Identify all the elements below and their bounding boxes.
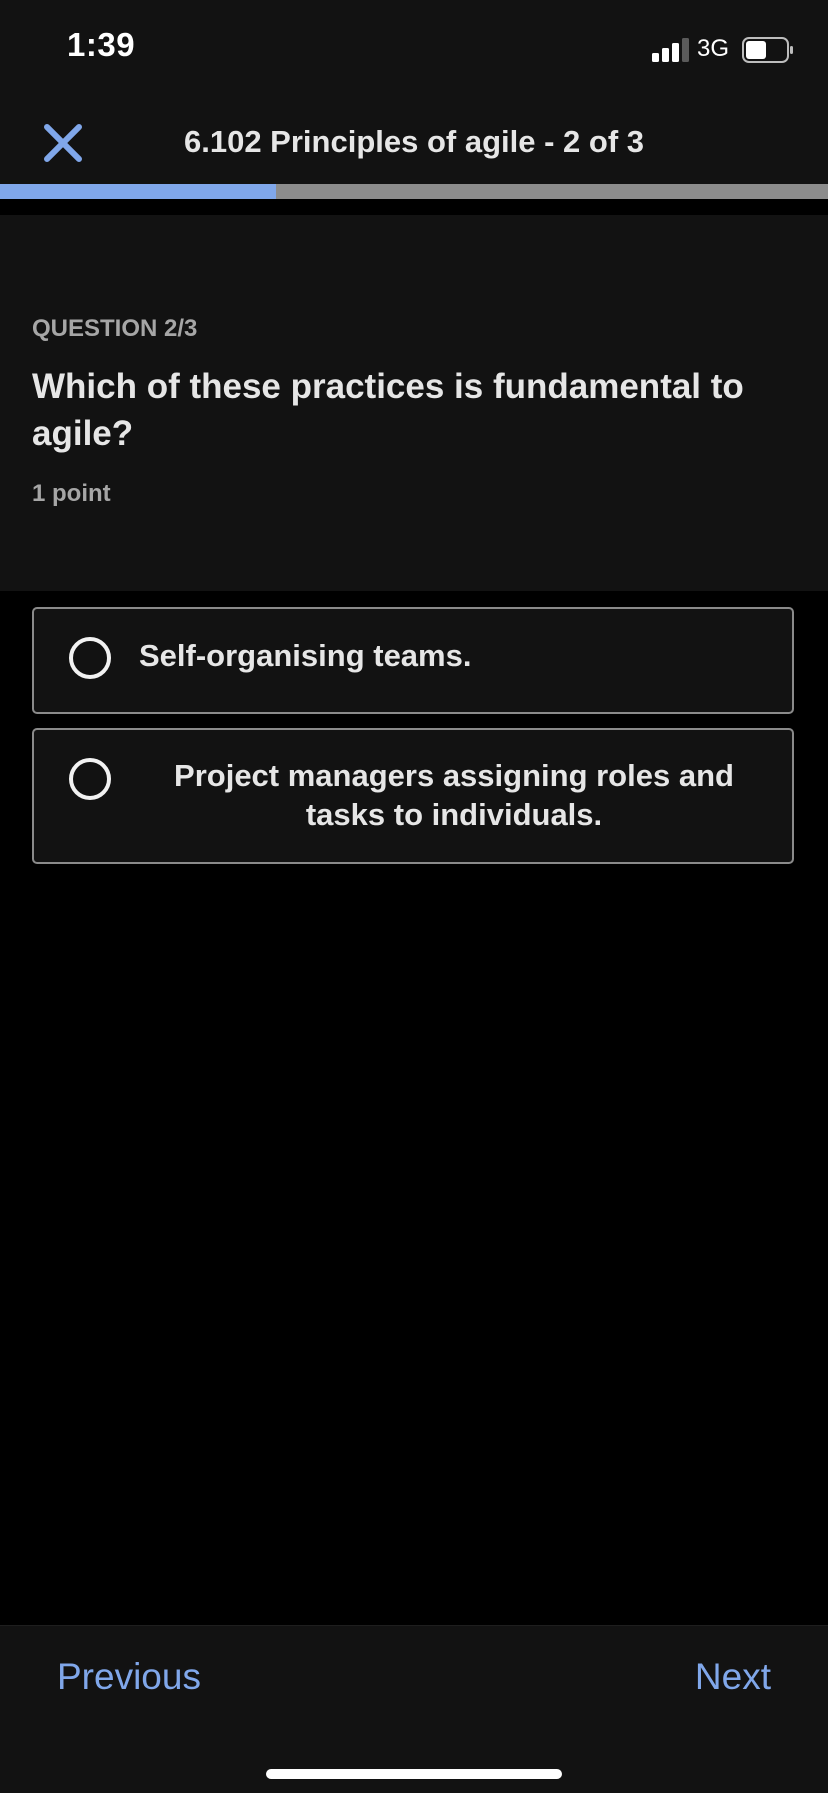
status-time: 1:39 bbox=[67, 26, 136, 63]
radio-button[interactable] bbox=[69, 637, 111, 679]
answer-option-self-organising-teams[interactable]: Self-organising teams. bbox=[32, 607, 794, 714]
status-bar: 1:39 3G bbox=[0, 0, 828, 96]
page-title: 6.102 Principles of agile - 2 of 3 bbox=[183, 124, 644, 159]
progress-divider bbox=[0, 199, 828, 215]
question-text: Which of these practices is fundamental … bbox=[32, 367, 744, 453]
header: 6.102 Principles of agile - 2 of 3 bbox=[0, 96, 828, 184]
question-panel: QUESTION 2/3 Which of these practices is… bbox=[0, 215, 828, 591]
progress-bar-fill bbox=[0, 184, 276, 199]
answer-option-label: Self-organising teams. bbox=[139, 638, 472, 673]
cellular-signal-icon bbox=[652, 38, 689, 62]
footer-nav: Previous Next bbox=[0, 1625, 828, 1793]
home-indicator[interactable] bbox=[266, 1769, 562, 1779]
question-number: QUESTION 2/3 bbox=[32, 315, 198, 342]
previous-button[interactable]: Previous bbox=[57, 1656, 201, 1698]
progress-bar bbox=[0, 184, 828, 199]
network-label: 3G bbox=[697, 35, 730, 62]
question-points: 1 point bbox=[32, 480, 111, 507]
next-button[interactable]: Next bbox=[695, 1656, 771, 1698]
answer-option-label: Project managers assigning roles and tas… bbox=[174, 758, 734, 832]
radio-button[interactable] bbox=[69, 758, 111, 800]
battery-icon bbox=[742, 37, 793, 63]
answer-option-project-managers[interactable]: Project managers assigning roles and tas… bbox=[32, 728, 794, 864]
